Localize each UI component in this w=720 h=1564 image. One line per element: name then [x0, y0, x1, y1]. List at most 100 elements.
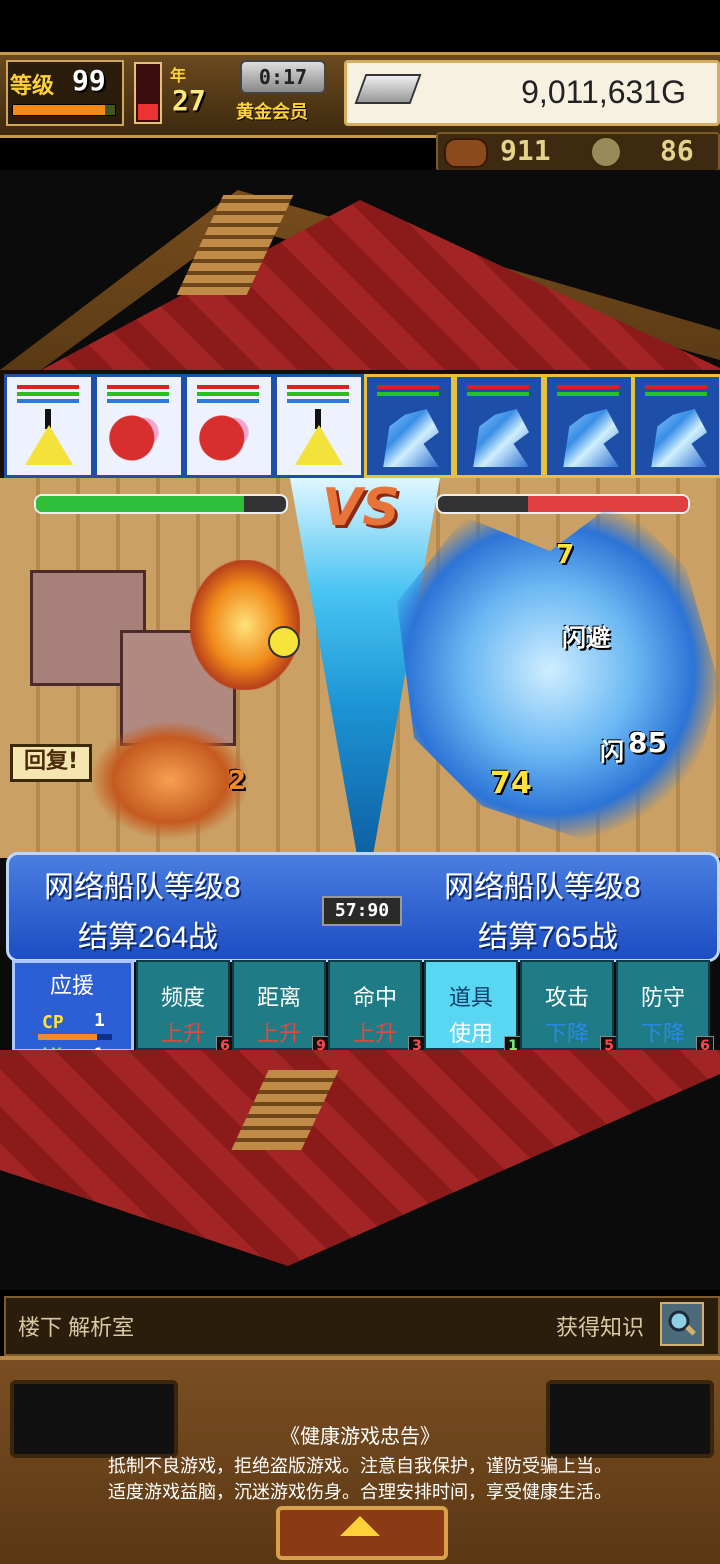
- enemy-card-4[interactable]: [632, 374, 720, 478]
- stamina-gauge-fill: [138, 103, 158, 120]
- ice-dragon-icon: [563, 409, 619, 467]
- battle-timer: 57:90: [322, 896, 402, 926]
- coin-amount: 86: [660, 134, 694, 167]
- sp-bar: [17, 399, 79, 403]
- smiley-unit-sprite: [268, 626, 300, 658]
- ally-battle-count: 结算264战: [78, 921, 219, 954]
- button-label: 频度: [160, 985, 205, 1010]
- enemy-card-1[interactable]: [364, 374, 454, 478]
- damage-number: 2: [228, 766, 247, 796]
- distance-up-button[interactable]: 距离 上升 9: [232, 960, 330, 1056]
- hp-bar: [287, 385, 349, 389]
- wood-amount: 911: [500, 134, 551, 167]
- magnifier-icon[interactable]: [660, 1302, 704, 1346]
- year-value: 27: [172, 84, 206, 117]
- health-notice-line: 适度游戏益脑，沉迷游戏伤身。合理安排时间，享受健康生活。: [108, 1482, 612, 1502]
- mp-bar: [287, 392, 349, 396]
- ice-dragon-icon: [651, 409, 707, 467]
- button-sublabel: 下降: [640, 1021, 685, 1046]
- knowledge-label: 获得知识: [556, 1315, 645, 1340]
- button-sublabel: 上升: [160, 1021, 205, 1046]
- cp-value: 1: [94, 1010, 105, 1031]
- ally-card-1[interactable]: [4, 374, 94, 478]
- button-sublabel: 上升: [352, 1021, 397, 1046]
- hp-bar: [107, 385, 169, 389]
- attack-down-button[interactable]: 攻击 下降 5: [520, 960, 618, 1056]
- button-label: 道具: [448, 985, 493, 1010]
- gold-amount: 9,011,631G: [521, 74, 686, 110]
- mp-bar: [557, 392, 619, 396]
- mp-bar: [17, 392, 79, 396]
- enemy-card-3[interactable]: [544, 374, 634, 478]
- location-label: 楼下 解析室: [18, 1315, 135, 1340]
- button-label: 攻击: [544, 985, 589, 1010]
- enemy-hp-bar: [436, 494, 690, 514]
- damage-number: 7: [556, 540, 575, 570]
- cp-label: CP: [42, 1012, 64, 1033]
- hp-bar: [197, 385, 259, 389]
- ice-dragon-icon: [473, 409, 529, 467]
- button-label: 命中: [352, 985, 397, 1010]
- exp-bar-fill: [13, 105, 105, 115]
- shield-knight-icon: [197, 409, 259, 467]
- button-sublabel: 使用: [448, 1021, 493, 1046]
- sp-bar: [107, 399, 169, 403]
- coin-icon: [590, 136, 622, 168]
- hp-bar: [17, 385, 79, 389]
- button-sublabel: 上升: [256, 1021, 301, 1046]
- mp-bar: [197, 392, 259, 396]
- ally-hp-fill: [36, 496, 244, 512]
- defense-down-button[interactable]: 防守 下降 6: [616, 960, 714, 1056]
- level-label: 等级: [10, 74, 55, 99]
- health-notice-title: 《健康游戏忠告》: [280, 1426, 440, 1448]
- enemy-battle-count: 结算765战: [478, 921, 619, 954]
- damage-number: 85: [628, 726, 667, 759]
- wood-log-icon: [444, 138, 488, 168]
- frequency-up-button[interactable]: 频度 上升 6: [136, 960, 234, 1056]
- use-item-button[interactable]: 道具 使用 1: [424, 960, 522, 1056]
- ally-hp-bar: [34, 494, 288, 514]
- health-notice-line: 抵制不良游戏，拒绝盗版游戏。注意自我保护，谨防受骗上当。: [108, 1456, 612, 1476]
- button-label: 距离: [256, 985, 301, 1010]
- year-label: 年: [170, 66, 187, 85]
- mp-bar: [645, 392, 707, 396]
- hp-bar: [557, 385, 619, 389]
- ally-card-4[interactable]: [274, 374, 364, 478]
- ally-card-3[interactable]: [184, 374, 274, 478]
- mp-bar: [467, 392, 529, 396]
- accuracy-up-button[interactable]: 命中 上升 3: [328, 960, 426, 1056]
- cp-bar-fill: [38, 1034, 98, 1040]
- dodge-text: 闪: [600, 738, 624, 766]
- ally-card-2[interactable]: [94, 374, 184, 478]
- hp-bar: [467, 385, 529, 389]
- shield-knight-icon: [107, 409, 169, 467]
- pyramid-unit-icon: [17, 409, 79, 467]
- stamina-gauge: [134, 62, 162, 124]
- button-sublabel: 下降: [544, 1021, 589, 1046]
- support-label: 应援: [49, 974, 94, 999]
- sp-bar: [287, 399, 349, 403]
- damage-number: 74: [490, 766, 532, 801]
- vs-label: VS: [322, 478, 400, 538]
- recover-label: 回复!: [10, 744, 92, 782]
- cp-bar: [38, 1034, 112, 1040]
- silver-ingot-icon: [354, 74, 422, 104]
- ally-fleet-level: 网络船队等级8: [44, 871, 241, 904]
- hp-bar: [645, 385, 707, 389]
- fire-beast-sprite: [90, 720, 250, 840]
- dodge-text: 闪避: [562, 624, 610, 652]
- ice-dragon-icon: [383, 409, 439, 467]
- button-label: 防守: [640, 985, 685, 1010]
- fire-dragon-sprite: [190, 560, 300, 690]
- enemy-fleet-level: 网络船队等级8: [444, 871, 641, 904]
- mp-bar: [107, 392, 169, 396]
- enemy-card-2[interactable]: [454, 374, 544, 478]
- mp-bar: [377, 392, 439, 396]
- level-value: 99: [72, 64, 106, 97]
- pyramid-unit-icon: [287, 409, 349, 467]
- game-timer: 0:17: [240, 60, 326, 94]
- exp-bar: [12, 104, 116, 116]
- arrow-up-icon: [340, 1516, 380, 1536]
- member-badge: 黄金会员: [236, 102, 308, 123]
- sp-bar: [197, 399, 259, 403]
